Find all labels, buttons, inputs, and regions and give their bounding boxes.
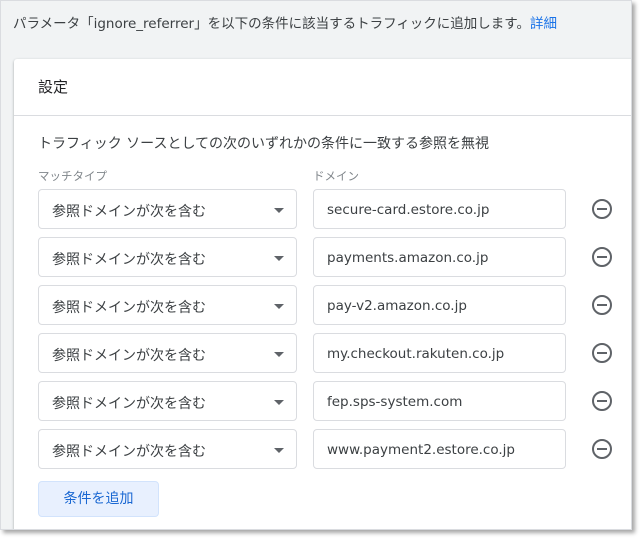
domain-label: ドメイン (313, 169, 359, 183)
match-type-select[interactable]: 参照ドメインが次を含む (38, 381, 297, 421)
remove-circle-outline-icon[interactable] (592, 295, 612, 315)
arrow-drop-down-icon (274, 400, 284, 405)
window-frame: パラメータ「ignore_referrer」を以下の条件に該当するトラフィックに… (0, 0, 632, 530)
condition-row: 参照ドメインが次を含む www.payment2.estore.co.jp (38, 429, 618, 469)
arrow-drop-down-icon (274, 448, 284, 453)
match-type-value: 参照ドメインが次を含む (52, 252, 206, 268)
match-type-select[interactable]: 参照ドメインが次を含む (38, 285, 297, 325)
match-type-value: 参照ドメインが次を含む (52, 444, 206, 460)
condition-description: トラフィック ソースとしての次のいずれかの条件に一致する参照を無視 (38, 136, 490, 152)
match-type-select[interactable]: 参照ドメインが次を含む (38, 429, 297, 469)
condition-row: 参照ドメインが次を含む fep.sps-system.com (38, 381, 618, 421)
domain-input[interactable]: pay-v2.amazon.co.jp (313, 285, 566, 325)
match-type-select[interactable]: 参照ドメインが次を含む (38, 333, 297, 373)
remove-circle-outline-icon[interactable] (592, 391, 612, 411)
domain-input[interactable]: secure-card.estore.co.jp (313, 189, 566, 229)
arrow-drop-down-icon (274, 256, 284, 261)
settings-card: 設定 トラフィック ソースとしての次のいずれかの条件に一致する参照を無視 マッチ… (14, 59, 631, 529)
condition-row: 参照ドメインが次を含む secure-card.estore.co.jp (38, 189, 618, 229)
remove-circle-outline-icon[interactable] (592, 343, 612, 363)
domain-input[interactable]: payments.amazon.co.jp (313, 237, 566, 277)
intro-text: パラメータ「ignore_referrer」を以下の条件に該当するトラフィックに… (13, 12, 557, 32)
match-type-select[interactable]: 参照ドメインが次を含む (38, 237, 297, 277)
match-type-value: 参照ドメインが次を含む (52, 348, 206, 364)
domain-input[interactable]: www.payment2.estore.co.jp (313, 429, 566, 469)
match-type-value: 参照ドメインが次を含む (52, 204, 206, 220)
condition-row: 参照ドメインが次を含む pay-v2.amazon.co.jp (38, 285, 618, 325)
domain-input[interactable]: fep.sps-system.com (313, 381, 566, 421)
domain-input[interactable]: my.checkout.rakuten.co.jp (313, 333, 566, 373)
arrow-drop-down-icon (274, 208, 284, 213)
add-condition-button[interactable]: 条件を追加 (38, 481, 159, 517)
arrow-drop-down-icon (274, 352, 284, 357)
remove-circle-outline-icon[interactable] (592, 199, 612, 219)
match-type-value: 参照ドメインが次を含む (52, 300, 206, 316)
condition-row: 参照ドメインが次を含む payments.amazon.co.jp (38, 237, 618, 277)
card-title: 設定 (14, 59, 631, 116)
details-link[interactable]: 詳細 (530, 16, 557, 32)
match-type-select[interactable]: 参照ドメインが次を含む (38, 189, 297, 229)
match-type-value: 参照ドメインが次を含む (52, 396, 206, 412)
remove-circle-outline-icon[interactable] (592, 439, 612, 459)
arrow-drop-down-icon (274, 304, 284, 309)
condition-row: 参照ドメインが次を含む my.checkout.rakuten.co.jp (38, 333, 618, 373)
intro-message: パラメータ「ignore_referrer」を以下の条件に該当するトラフィックに… (13, 16, 530, 32)
remove-circle-outline-icon[interactable] (592, 247, 612, 267)
match-type-label: マッチタイプ (38, 169, 107, 183)
